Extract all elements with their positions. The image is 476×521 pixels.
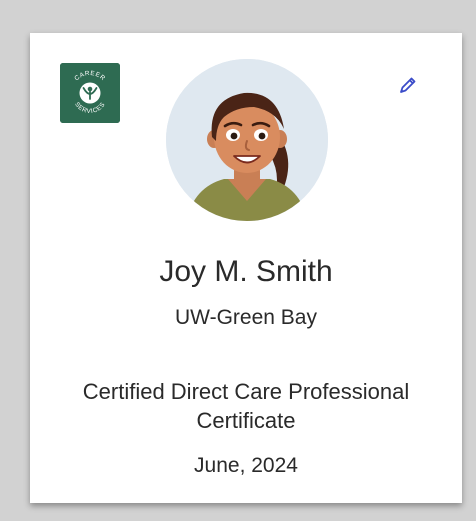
credential-title: Certified Direct Care Professional Certi… <box>82 379 410 433</box>
avatar <box>166 59 328 221</box>
career-services-logo-icon: CAREER SERVICES <box>60 63 120 123</box>
edit-button[interactable] <box>394 71 422 99</box>
school-name: UW-Green Bay <box>175 306 317 329</box>
credential-date: June, 2024 <box>194 454 298 477</box>
pencil-icon <box>400 77 416 93</box>
career-services-badge: CAREER SERVICES <box>60 63 120 123</box>
person-illustration-icon <box>166 59 328 221</box>
profile-name: Joy M. Smith <box>159 255 333 288</box>
page-background: CAREER SERVICES Joy M. Smith UW-Green Ba… <box>0 0 476 521</box>
profile-card: CAREER SERVICES Joy M. Smith UW-Green Ba… <box>30 33 462 503</box>
